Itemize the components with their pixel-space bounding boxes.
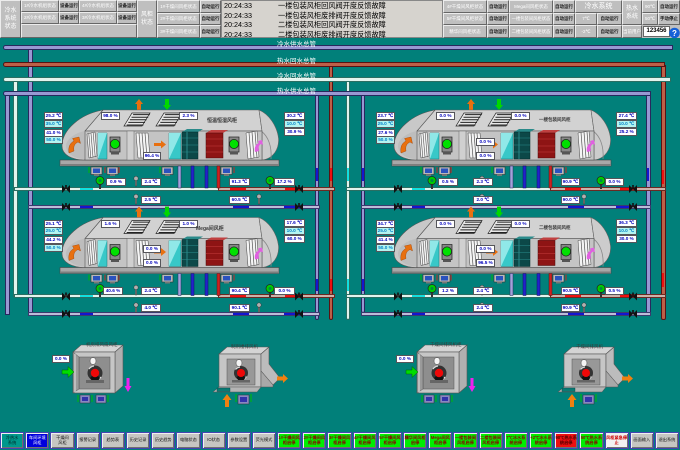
svg-text:?: ? <box>672 29 677 38</box>
